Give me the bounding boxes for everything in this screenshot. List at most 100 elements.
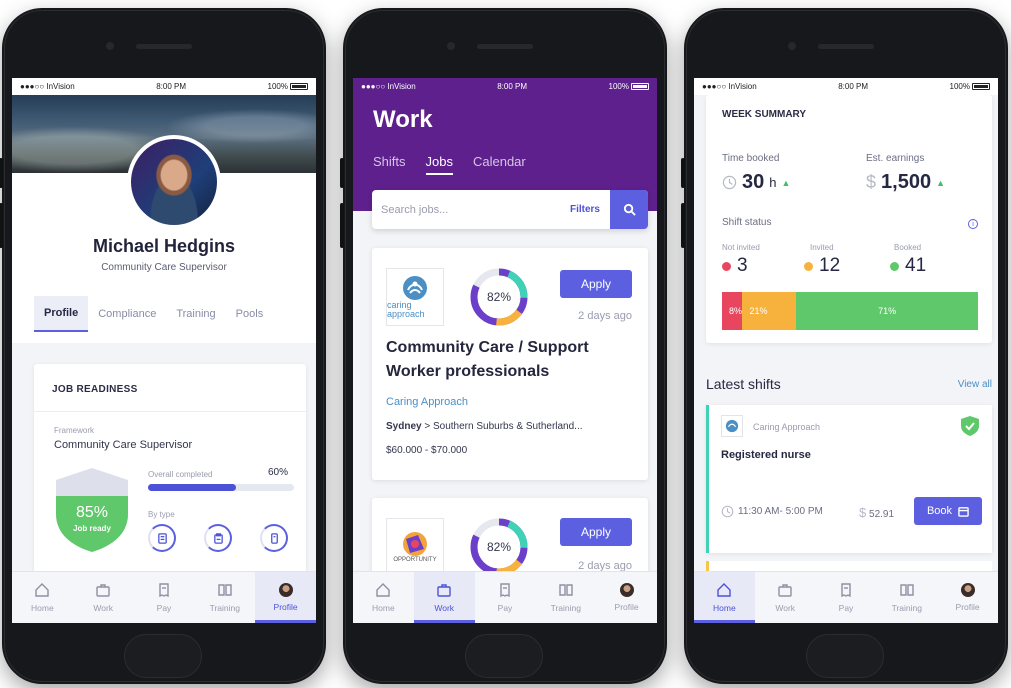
search-button[interactable]: [610, 190, 648, 229]
volume-up-button: [340, 203, 344, 248]
calendar-icon: [958, 506, 969, 517]
trend-up-icon: ▲: [781, 177, 791, 188]
verified-shield-icon: [961, 416, 979, 436]
job-ready-label: Job ready: [73, 524, 111, 533]
filters-button[interactable]: Filters: [570, 204, 600, 215]
battery-indicator: 100%: [609, 82, 649, 91]
job-card[interactable]: caring approach 82% Apply 2 days ago Com…: [372, 248, 648, 480]
battery-icon: [631, 83, 649, 91]
carrier-label: ●●●○○ InVision: [702, 82, 757, 91]
latest-shifts-title: Latest shifts: [706, 376, 781, 392]
job-readiness-card: JOB READINESS Framework Community Care S…: [34, 364, 306, 574]
apply-button[interactable]: Apply: [560, 518, 632, 546]
nav-home[interactable]: Home: [12, 572, 73, 623]
clock-label: 8:00 PM: [497, 82, 528, 91]
booked-number: 41: [905, 255, 927, 276]
view-all-link[interactable]: View all: [958, 379, 992, 390]
segment-invited-label: 21%: [749, 306, 768, 316]
phone-profile: ●●●○○ InVision 8:00 PM 100% Michael Hedg…: [0, 8, 326, 684]
book-button-label: Book: [926, 505, 953, 517]
speaker-grille: [477, 44, 533, 49]
posted-ago: 2 days ago: [578, 310, 632, 322]
home-icon: [35, 583, 50, 597]
tab-shifts[interactable]: Shifts: [373, 154, 406, 175]
job-location-rest: > Southern Suburbs & Sutherland...: [424, 421, 583, 432]
nav-profile-label: Profile: [614, 602, 639, 612]
type-clipboard-button[interactable]: [204, 524, 232, 552]
volume-up-button: [681, 203, 685, 248]
overall-completed-percent: 60%: [267, 467, 288, 478]
bottom-nav: Home Work Pay Training Profile: [353, 571, 657, 623]
nav-pay[interactable]: Pay: [475, 572, 536, 623]
battery-label: 100%: [267, 82, 288, 91]
job-location: Sydney > Southern Suburbs & Sutherland..…: [386, 421, 583, 432]
earnings-value: $ 1,500 ▲: [866, 171, 945, 194]
tab-profile[interactable]: Profile: [34, 296, 89, 332]
invited-label: Invited: [810, 243, 834, 252]
not-invited-number: 3: [737, 255, 748, 276]
nav-home[interactable]: Home: [694, 572, 755, 623]
mute-switch: [0, 158, 3, 188]
nav-profile[interactable]: Profile: [255, 572, 316, 623]
caring-approach-logo-icon: [725, 419, 739, 433]
company-logo: caring approach: [386, 268, 444, 326]
apply-button[interactable]: Apply: [560, 270, 632, 298]
nav-training[interactable]: Training: [535, 572, 596, 623]
nav-pay[interactable]: Pay: [816, 572, 877, 623]
week-summary-title: WEEK SUMMARY: [722, 109, 807, 120]
book-button[interactable]: Book: [914, 497, 982, 525]
hardware-home-button: [806, 634, 884, 678]
tab-jobs[interactable]: Jobs: [425, 154, 453, 175]
opportunity-logo-icon: [403, 532, 427, 556]
job-organisation[interactable]: Caring Approach: [386, 396, 468, 408]
home-icon: [717, 583, 732, 597]
profile-avatar-icon: [278, 583, 293, 597]
profile-avatar[interactable]: [127, 135, 221, 229]
bottom-nav: Home Work Pay Training Profile: [694, 571, 998, 623]
nav-work[interactable]: Work: [413, 572, 475, 623]
nav-work-label: Work: [93, 603, 114, 613]
job-readiness-title: JOB READINESS: [34, 364, 306, 412]
shift-card[interactable]: Caring Approach Registered nurse 11:30 A…: [706, 405, 992, 553]
info-icon[interactable]: i: [968, 219, 978, 229]
book-icon: [218, 584, 232, 596]
job-location-city: Sydney: [386, 421, 422, 432]
tab-pools[interactable]: Pools: [226, 297, 274, 331]
nav-work[interactable]: Work: [73, 572, 134, 623]
search-icon: [623, 203, 636, 216]
nav-pay[interactable]: Pay: [134, 572, 195, 623]
segment-not-invited-label: 8%: [729, 306, 743, 316]
nav-home[interactable]: Home: [353, 572, 414, 623]
nav-training[interactable]: Training: [876, 572, 937, 623]
speaker-grille: [818, 44, 874, 49]
book-icon: [900, 584, 914, 596]
receipt-icon: [159, 583, 169, 598]
bottom-nav: Home Work Pay Training Profile: [12, 571, 316, 623]
currency-symbol: $: [866, 172, 877, 192]
type-document-button[interactable]: [148, 524, 176, 552]
search-input[interactable]: [372, 203, 570, 216]
nav-work-label: Work: [434, 603, 455, 613]
nav-pay-label: Pay: [497, 603, 513, 613]
nav-profile-label: Profile: [273, 602, 298, 612]
earnings-number: 1,500: [881, 171, 932, 193]
work-tabs: Shifts Jobs Calendar: [373, 154, 526, 175]
nav-work[interactable]: Work: [755, 572, 816, 623]
nav-training[interactable]: Training: [194, 572, 255, 623]
overall-progress-fill: [148, 484, 236, 491]
tab-compliance[interactable]: Compliance: [88, 297, 166, 331]
nav-profile[interactable]: Profile: [596, 572, 657, 623]
segment-booked-label: 71%: [878, 306, 897, 316]
battery-indicator: 100%: [950, 82, 990, 91]
framework-value: Community Care Supervisor: [54, 439, 193, 451]
type-certificate-button[interactable]: [260, 524, 288, 552]
time-booked-value: 30 h ▲: [722, 171, 790, 194]
home-screen: ●●●○○ InVision 8:00 PM 100% WEEK SUMMARY…: [694, 78, 998, 623]
shift-role: Registered nurse: [721, 449, 811, 461]
match-percent: 82%: [486, 540, 512, 554]
tab-training[interactable]: Training: [166, 297, 225, 331]
nav-training-label: Training: [891, 603, 922, 613]
nav-work-label: Work: [775, 603, 796, 613]
tab-calendar[interactable]: Calendar: [473, 154, 526, 175]
nav-profile[interactable]: Profile: [937, 572, 998, 623]
